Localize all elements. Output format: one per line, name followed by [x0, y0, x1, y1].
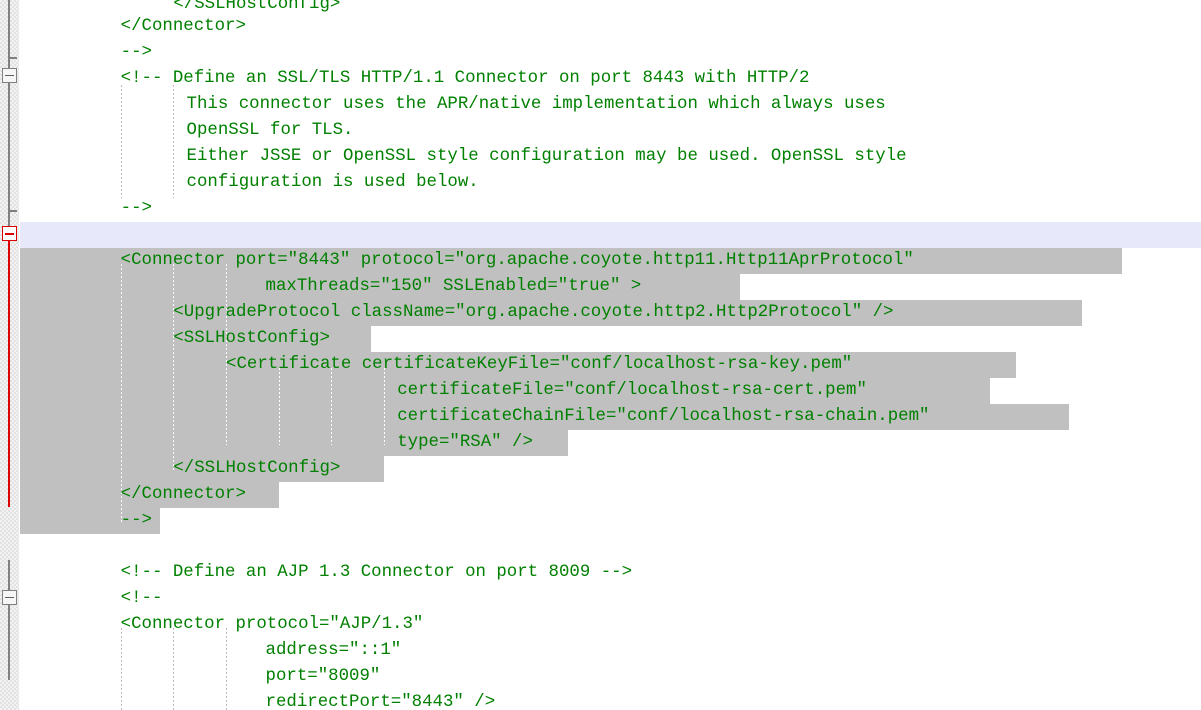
indent-guide: [173, 628, 175, 710]
fold-marker-ajp-comment[interactable]: [2, 590, 17, 605]
code-line[interactable]: -->: [20, 508, 1201, 534]
code-line-text: -->: [120, 43, 152, 62]
code-line[interactable]: <!-- Define an AJP 1.3 Connector on port…: [20, 560, 1201, 586]
code-line-text: <Certificate certificateKeyFile="conf/lo…: [226, 355, 853, 374]
code-line[interactable]: <Connector protocol="AJP/1.3": [20, 612, 1201, 638]
code-line[interactable]: -->: [20, 196, 1201, 222]
code-line[interactable]: Either JSSE or OpenSSL style configurati…: [20, 144, 1201, 170]
code-line[interactable]: -->: [20, 40, 1201, 66]
code-line-text: address="::1": [265, 641, 402, 660]
fold-marker-selected-connector[interactable]: [2, 226, 17, 241]
code-line-text: Either JSSE or OpenSSL style configurati…: [186, 147, 907, 166]
fold-tree-line: [8, 560, 10, 680]
code-line[interactable]: </Connector>: [20, 14, 1201, 40]
code-line[interactable]: This connector uses the APR/native imple…: [20, 92, 1201, 118]
code-text-area[interactable]: </SSLHostConfig> </Connector> --> <!-- Defi…: [20, 0, 1201, 710]
code-line-text: </Connector>: [120, 17, 246, 36]
code-line-text: redirectPort="8443" />: [265, 693, 496, 710]
indent-guide: [173, 85, 175, 198]
current-line-highlight: [0, 222, 1201, 248]
code-line[interactable]: [20, 534, 1201, 560]
indent-guide: [226, 628, 228, 710]
code-line[interactable]: port="8009": [20, 664, 1201, 690]
fold-tree-line-active: [8, 241, 10, 507]
code-line-text: <!--: [120, 589, 163, 608]
code-line-text: certificateFile="conf/localhost-rsa-cert…: [397, 381, 867, 400]
code-line-text: type="RSA" />: [397, 433, 533, 452]
collapse-minus-icon: [5, 597, 14, 598]
code-line[interactable]: </Connector>: [20, 482, 1201, 508]
collapse-minus-icon: [5, 233, 14, 235]
indent-guide: [173, 264, 175, 471]
fold-tree-line: [8, 83, 10, 226]
code-line-text: -->: [120, 511, 152, 530]
code-line[interactable]: <SSLHostConfig>: [20, 326, 1201, 352]
collapse-minus-icon: [5, 75, 14, 76]
indent-guide: [384, 368, 386, 445]
indent-guide: [278, 368, 280, 445]
code-line-text: <!-- Define an AJP 1.3 Connector on port…: [120, 563, 633, 582]
code-line-text: </SSLHostConfig>: [173, 459, 341, 478]
gutter-divider: [19, 0, 20, 710]
code-line-text: -->: [120, 199, 152, 218]
code-line-text: port="8009": [265, 667, 381, 686]
code-line[interactable]: <!--: [20, 586, 1201, 612]
code-line-text: OpenSSL for TLS.: [186, 121, 354, 140]
code-line[interactable]: redirectPort="8443" />: [20, 690, 1201, 710]
code-line-text: <Connector protocol="AJP/1.3": [120, 615, 424, 634]
code-line[interactable]: address="::1": [20, 638, 1201, 664]
code-editor[interactable]: </SSLHostConfig> </Connector> --> <!-- Defi…: [0, 0, 1201, 710]
code-line-text: certificateChainFile="conf/localhost-rsa…: [397, 407, 930, 426]
code-line-text: configuration is used below.: [186, 173, 479, 192]
fold-marker-ssl-comment[interactable]: [2, 68, 17, 83]
code-line-text: </Connector>: [120, 485, 246, 504]
indent-guide: [120, 85, 122, 198]
code-line[interactable]: </SSLHostConfig>: [20, 456, 1201, 482]
code-line-text: This connector uses the APR/native imple…: [186, 95, 886, 114]
code-line-text: <SSLHostConfig>: [173, 329, 330, 348]
indent-guide: [120, 628, 122, 710]
code-line[interactable]: configuration is used below.: [20, 170, 1201, 196]
code-line-text: <UpgradeProtocol className="org.apache.c…: [173, 303, 894, 322]
fold-tree-tick: [8, 57, 17, 59]
code-line-text: maxThreads="150" SSLEnabled="true" >: [265, 277, 642, 296]
indent-guide: [331, 368, 333, 445]
code-line[interactable]: <!-- Define an SSL/TLS HTTP/1.1 Connecto…: [20, 66, 1201, 92]
fold-tree-tick: [8, 210, 17, 212]
code-line-text: <Connector port="8443" protocol="org.apa…: [120, 251, 914, 270]
code-line[interactable]: OpenSSL for TLS.: [20, 118, 1201, 144]
code-line-text: <!-- Define an SSL/TLS HTTP/1.1 Connecto…: [120, 69, 810, 88]
